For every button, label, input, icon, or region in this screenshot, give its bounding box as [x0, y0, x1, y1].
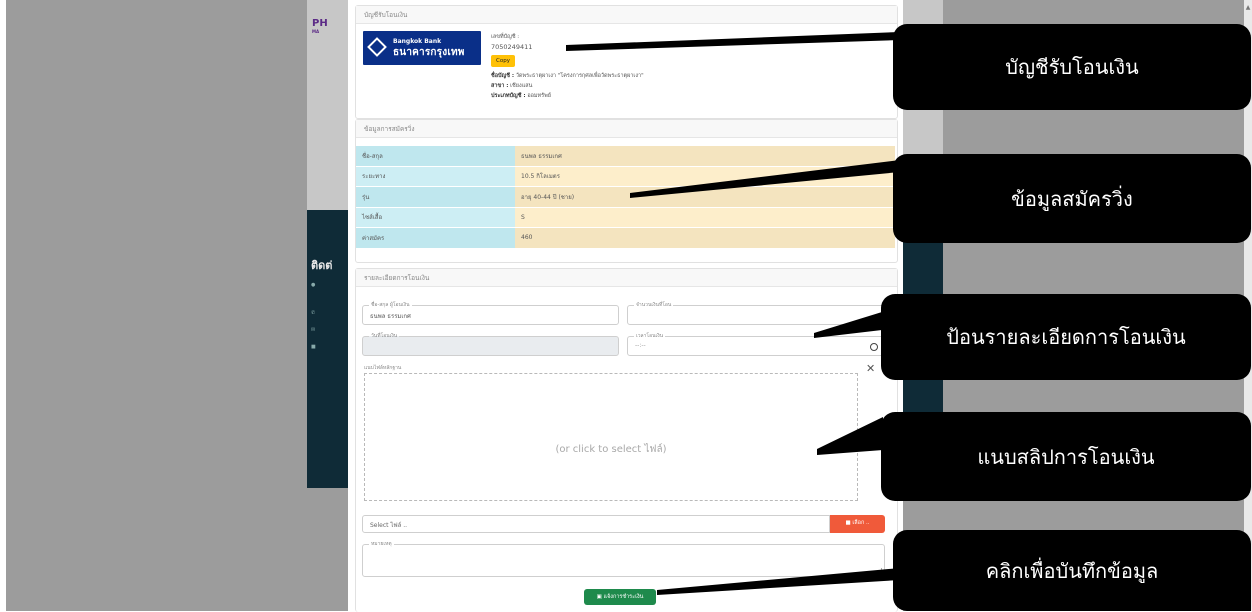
callout-save: คลิกเพื่อบันทึกข้อมูล	[893, 530, 1251, 611]
callout-account: บัญชีรับโอนเงิน	[893, 24, 1251, 110]
arrow-account	[566, 32, 900, 51]
arrow-transfer-details	[814, 312, 882, 338]
callout-registration: ข้อมูลสมัครวิ่ง	[893, 154, 1251, 243]
arrow-registration	[630, 160, 900, 198]
arrow-save	[657, 568, 900, 595]
callout-slip: แนบสลิปการโอนเงิน	[881, 412, 1251, 501]
callout-transfer-details: ป้อนรายละเอียดการโอนเงิน	[881, 294, 1251, 380]
arrow-slip	[817, 417, 883, 455]
